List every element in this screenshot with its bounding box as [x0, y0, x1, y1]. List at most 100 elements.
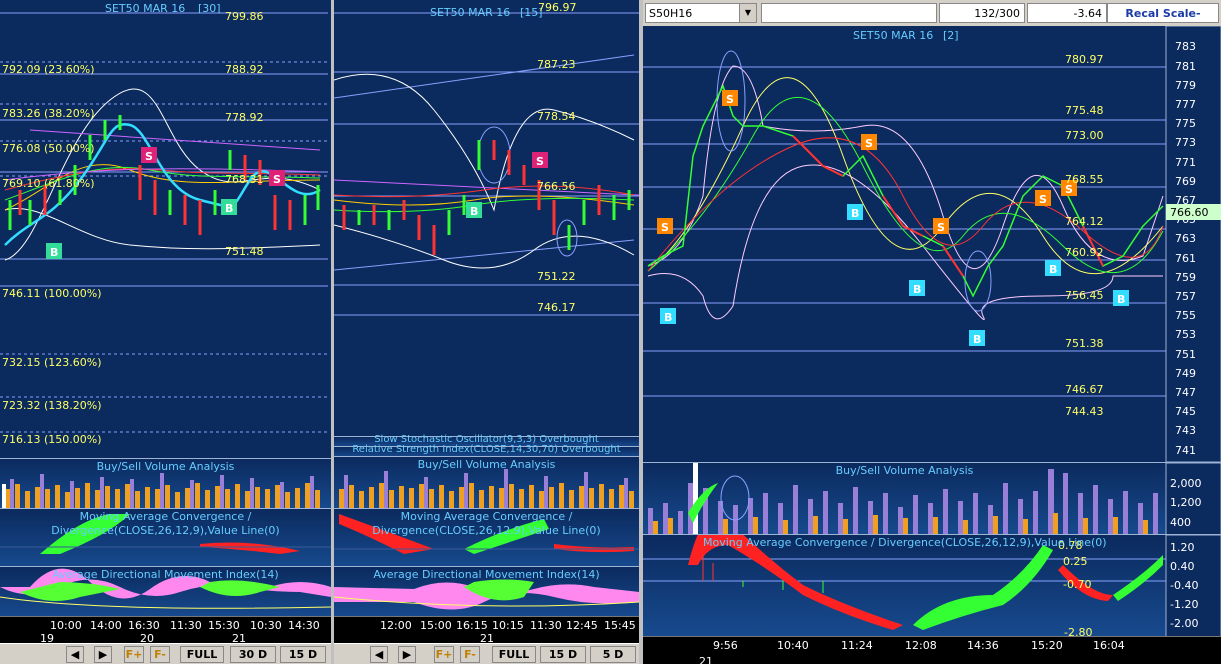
axis-tick: 751 — [1175, 348, 1196, 361]
macd-subchart-title: Moving Average Convergence / Divergence(… — [703, 536, 1107, 549]
macd-subchart-title: Moving Average Convergence / — [400, 510, 573, 523]
symbol-value: S50H16 — [649, 7, 693, 20]
chart-pane-30min[interactable]: B B S S SET50 MAR 16 [30] 792.09 (23.60%… — [0, 0, 331, 664]
chart-pane-2min[interactable]: S50H16 ▼ 132/300 -3.64 Recal Scale-Linea… — [643, 0, 1221, 664]
range-15d-button[interactable]: 15 D — [540, 646, 586, 663]
time-tick: 16:04 — [1093, 639, 1125, 652]
volume-subchart-title: Buy/Sell Volume Analysis — [417, 458, 556, 471]
scroll-right-button[interactable]: ▶ — [94, 646, 112, 663]
axis-tick: 755 — [1175, 309, 1196, 322]
axis-tick: 775 — [1175, 117, 1196, 130]
sell-signal: S — [536, 155, 544, 168]
axis-tick: 771 — [1175, 156, 1196, 169]
time-tick: 10:30 — [250, 619, 282, 632]
buy-signal: B — [1117, 293, 1125, 306]
time-tick: 10:40 — [777, 639, 809, 652]
price-label: 778.54 — [537, 110, 576, 123]
macd-axis-tick: 1.20 — [1170, 541, 1195, 554]
axis-tick: 769 — [1175, 175, 1196, 188]
range-15d-button[interactable]: 15 D — [280, 646, 326, 663]
price-label: 775.48 — [1065, 104, 1104, 117]
time-tick: 15:30 — [208, 619, 240, 632]
zoom-in-button[interactable]: F+ — [124, 646, 144, 663]
price-label: 746.17 — [537, 301, 576, 314]
axis-tick: 783 — [1175, 40, 1196, 53]
axis-tick: 779 — [1175, 79, 1196, 92]
time-tick: 16:15 — [456, 619, 488, 632]
scroll-right-button[interactable]: ▶ — [398, 646, 416, 663]
day-tick: 21 — [699, 655, 713, 664]
axis-tick: 745 — [1175, 405, 1196, 418]
macd-value: 0.25 — [1063, 555, 1088, 568]
sell-signal: S — [1039, 193, 1047, 206]
fib-label: 769.10 (61.80%) — [2, 177, 95, 190]
symbol-dropdown[interactable]: S50H16 ▼ — [645, 3, 757, 23]
price-label: 766.56 — [537, 180, 576, 193]
time-tick: 12:00 — [380, 619, 412, 632]
price-label: 746.67 — [1065, 383, 1104, 396]
time-tick: 11:30 — [530, 619, 562, 632]
time-tick: 11:30 — [170, 619, 202, 632]
chevron-down-icon[interactable]: ▼ — [739, 4, 756, 22]
buy-signal: B — [470, 205, 478, 218]
price-label: 787.23 — [537, 58, 576, 71]
adx-subchart[interactable]: Average Directional Movement Index(14) — [334, 566, 639, 617]
fib-label: 716.13 (150.00%) — [2, 433, 102, 446]
time-tick: 14:00 — [90, 619, 122, 632]
axis-tick: 757 — [1175, 290, 1196, 303]
adx-subchart[interactable]: Average Directional Movement Index(14) — [0, 566, 331, 617]
volume-subchart[interactable]: Buy/Sell Volume Analysis — [0, 458, 331, 509]
scroll-left-button[interactable]: ◀ — [66, 646, 84, 663]
sell-signal: S — [661, 221, 669, 234]
time-tick: 10:15 — [492, 619, 524, 632]
scroll-left-button[interactable]: ◀ — [370, 646, 388, 663]
time-tick: 9:56 — [713, 639, 738, 652]
adx-subchart-title: Average Directional Movement Index(14) — [373, 568, 600, 581]
fib-label: 746.11 (100.00%) — [2, 287, 102, 300]
fib-label: 732.15 (123.60%) — [2, 356, 102, 369]
zoom-in-button[interactable]: F+ — [434, 646, 454, 663]
buy-signal-2: B — [225, 202, 233, 215]
time-axis: 12:00 15:00 16:15 10:15 11:30 12:45 15:4… — [334, 616, 639, 645]
bar-count-field: 132/300 — [939, 3, 1025, 23]
axis-tick: 763 — [1175, 232, 1196, 245]
time-axis: 9:56 10:40 11:24 12:08 14:36 15:20 16:04… — [643, 636, 1221, 664]
buy-signal: B — [851, 207, 859, 220]
axis-tick: 777 — [1175, 98, 1196, 111]
recal-scale-button[interactable]: Recal Scale-Linear — [1107, 3, 1219, 40]
macd-subchart-title-2: Divergence(CLOSE,26,12,9),Value Line(0) — [51, 524, 280, 537]
macd-subchart[interactable]: Moving Average Convergence / Divergence(… — [334, 508, 639, 567]
chart-pane-15min[interactable]: B S SET50 MAR 16 [15] 796.97 787.23 778.… — [334, 0, 639, 664]
full-button[interactable]: FULL — [492, 646, 536, 663]
volume-axis-tick: 2,000 — [1170, 477, 1202, 490]
price-label: 768.55 — [1065, 173, 1104, 186]
macd-subchart[interactable]: 0.78 0.25 -0.70 1.20 0.40 -0.40 -1.20 -2… — [643, 534, 1221, 637]
time-tick: 14:30 — [288, 619, 320, 632]
blank-field — [761, 3, 937, 23]
sell-signal-1: S — [145, 150, 153, 163]
sell-signal: S — [865, 137, 873, 150]
price-label: 751.22 — [537, 270, 576, 283]
volume-subchart-title: Buy/Sell Volume Analysis — [96, 460, 235, 473]
time-tick: 12:08 — [905, 639, 937, 652]
macd-axis-tick: -0.40 — [1170, 579, 1198, 592]
volume-subchart[interactable]: 2,000 1,200 400 Buy/Sell Volume Analysis — [643, 462, 1221, 535]
zoom-out-button[interactable]: F- — [460, 646, 480, 663]
price-label: 780.97 — [1065, 53, 1104, 66]
range-5d-button[interactable]: 5 D — [590, 646, 636, 663]
macd-subchart[interactable]: Moving Average Convergence / Divergence(… — [0, 508, 331, 567]
axis-tick: 761 — [1175, 252, 1196, 265]
time-tick: 15:00 — [420, 619, 452, 632]
price-label: 768.31 — [225, 173, 264, 186]
full-button[interactable]: FULL — [180, 646, 224, 663]
macd-subchart-title: Moving Average Convergence / — [79, 510, 252, 523]
chart-title: SET50 MAR 16 — [105, 2, 185, 15]
volume-subchart[interactable]: Buy/Sell Volume Analysis — [334, 456, 639, 509]
time-tick: 10:00 — [50, 619, 82, 632]
macd-subchart-title-2: Divergence(CLOSE,26,12,9),Value Line(0) — [372, 524, 601, 537]
range-30d-button[interactable]: 30 D — [230, 646, 276, 663]
symbol-toolbar: S50H16 ▼ 132/300 -3.64 Recal Scale-Linea… — [643, 0, 1221, 40]
sell-signal: S — [937, 221, 945, 234]
price-label: 751.48 — [225, 245, 264, 258]
zoom-out-button[interactable]: F- — [150, 646, 170, 663]
